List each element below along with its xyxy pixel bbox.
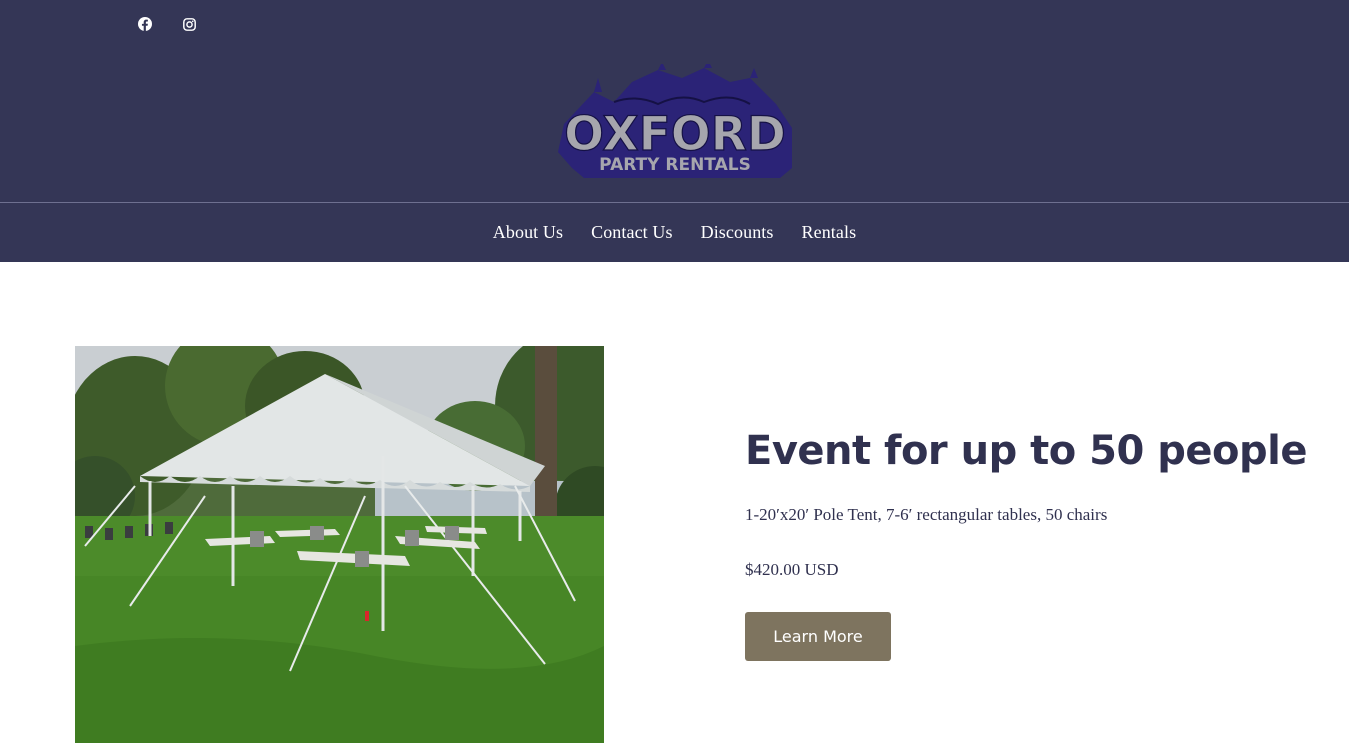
product-description: 1-20′x20′ Pole Tent, 7-6′ rectangular ta… bbox=[745, 505, 1108, 524]
product-title: Event for up to 50 people bbox=[745, 428, 1307, 474]
logo-wordmark: OXFORD bbox=[564, 107, 786, 162]
facebook-icon bbox=[138, 17, 152, 31]
instagram-icon bbox=[182, 17, 196, 31]
learn-more-button[interactable]: Learn More bbox=[745, 612, 891, 661]
main-nav: About Us Contact Us Discounts Rentals bbox=[0, 203, 1349, 262]
product-image bbox=[75, 346, 604, 743]
logo-tagline: PARTY RENTALS bbox=[599, 155, 751, 175]
product-price: $420.00 USD bbox=[745, 560, 839, 579]
site-header: OXFORD PARTY RENTALS About Us Contact Us… bbox=[0, 0, 1349, 262]
nav-discounts[interactable]: Discounts bbox=[701, 222, 774, 243]
site-logo[interactable]: OXFORD PARTY RENTALS bbox=[554, 60, 796, 180]
facebook-link[interactable] bbox=[135, 14, 155, 34]
product-details: Event for up to 50 people 1-20′x20′ Pole… bbox=[745, 425, 1325, 661]
instagram-link[interactable] bbox=[179, 14, 199, 34]
nav-rentals[interactable]: Rentals bbox=[802, 222, 857, 243]
nav-about-us[interactable]: About Us bbox=[493, 222, 563, 243]
nav-contact-us[interactable]: Contact Us bbox=[591, 222, 673, 243]
